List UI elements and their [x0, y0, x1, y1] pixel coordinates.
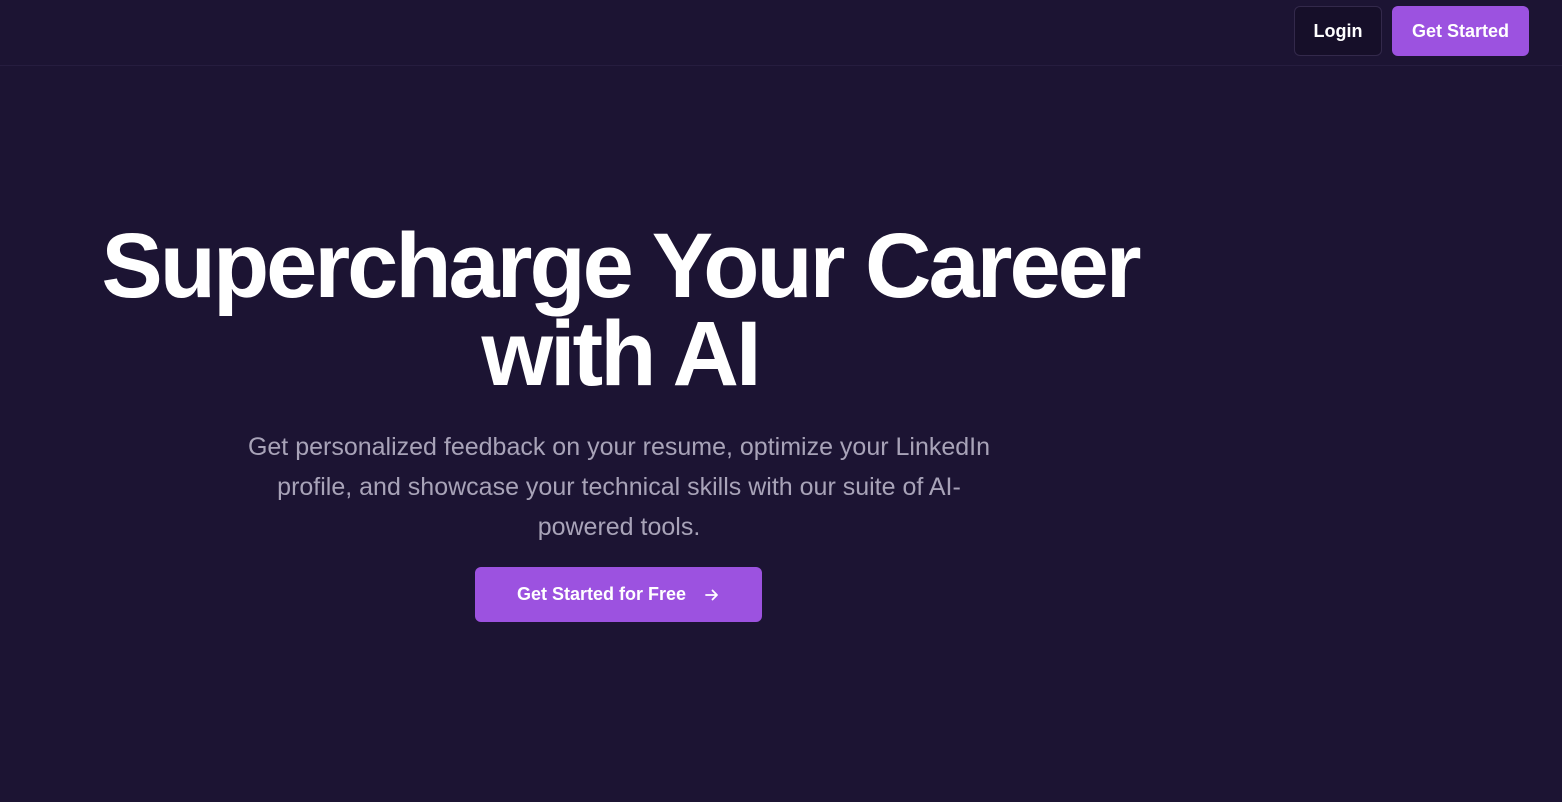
- hero-subtitle-line-3: powered tools.: [537, 513, 701, 541]
- hero-title-line-1: Supercharge Your Career: [101, 215, 1141, 317]
- login-button[interactable]: Login: [1294, 6, 1382, 56]
- hero-title-line-2: with AI: [481, 303, 761, 405]
- hero-title: Supercharge Your Career with AI: [40, 220, 1200, 400]
- hero-subtitle-line-1: Get personalized feedback on your resume…: [247, 433, 991, 461]
- hero-subtitle-line-2: profile, and showcase your technical ski…: [277, 473, 961, 501]
- arrow-right-icon: [704, 587, 720, 603]
- top-navbar: Login Get Started: [0, 0, 1562, 66]
- get-started-free-button[interactable]: Get Started for Free: [475, 567, 762, 622]
- hero-subtitle: Get personalized feedback on your resume…: [218, 427, 1020, 547]
- cta-label: Get Started for Free: [516, 584, 687, 604]
- get-started-button[interactable]: Get Started: [1392, 6, 1529, 56]
- landing-page: Login Get Started Supercharge Your Caree…: [0, 0, 1562, 802]
